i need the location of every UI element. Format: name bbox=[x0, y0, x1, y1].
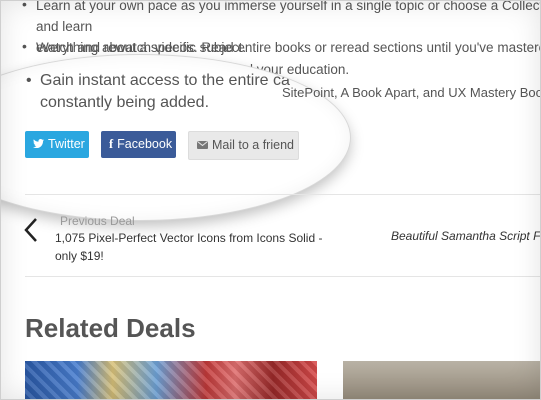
bullet-icon: • bbox=[22, 38, 27, 54]
bullet-icon: • bbox=[22, 0, 27, 12]
next-deal-link[interactable]: Beautiful Samantha Script Fo bbox=[391, 229, 541, 243]
share-buttons: Twitter f Facebook Mail to a friend bbox=[25, 131, 299, 160]
related-deal-thumbnail[interactable] bbox=[343, 361, 541, 400]
previous-deal-link[interactable]: 1,075 Pixel-Perfect Vector Icons from Ic… bbox=[55, 229, 325, 265]
mail-label: Mail to a friend bbox=[212, 138, 294, 152]
chevron-left-icon[interactable] bbox=[22, 217, 40, 243]
magnified-bullet: • Gain instant access to the entire ca c… bbox=[26, 70, 290, 114]
divider bbox=[25, 276, 541, 277]
list-item-text: Watch and rewatch videos. Read entire bo… bbox=[36, 40, 541, 55]
list-item: • Learn at your own pace as you immerse … bbox=[22, 0, 541, 55]
twitter-icon bbox=[33, 131, 44, 158]
facebook-share-button[interactable]: f Facebook bbox=[101, 131, 176, 158]
twitter-share-button[interactable]: Twitter bbox=[25, 131, 89, 158]
divider bbox=[25, 194, 541, 195]
mail-to-friend-button[interactable]: Mail to a friend bbox=[188, 131, 299, 160]
page: • Learn at your own pace as you immerse … bbox=[0, 0, 541, 400]
facebook-label: Facebook bbox=[117, 137, 173, 151]
related-deals-heading: Related Deals bbox=[25, 313, 196, 343]
related-deal-thumbnail[interactable] bbox=[25, 361, 317, 400]
bullet-text-tail: SitePoint, A Book Apart, and UX Mastery … bbox=[282, 85, 541, 100]
magnified-text-line2: constantly being added. bbox=[40, 94, 210, 111]
twitter-label: Twitter bbox=[48, 137, 85, 151]
list-item-text: Learn at your own pace as you immerse yo… bbox=[36, 0, 541, 34]
bullet-icon: • bbox=[26, 72, 32, 89]
envelope-icon bbox=[197, 132, 208, 159]
facebook-icon: f bbox=[109, 137, 114, 151]
magnified-text-line1: Gain instant access to the entire ca bbox=[40, 72, 290, 89]
previous-deal-label: Previous Deal bbox=[60, 214, 135, 228]
